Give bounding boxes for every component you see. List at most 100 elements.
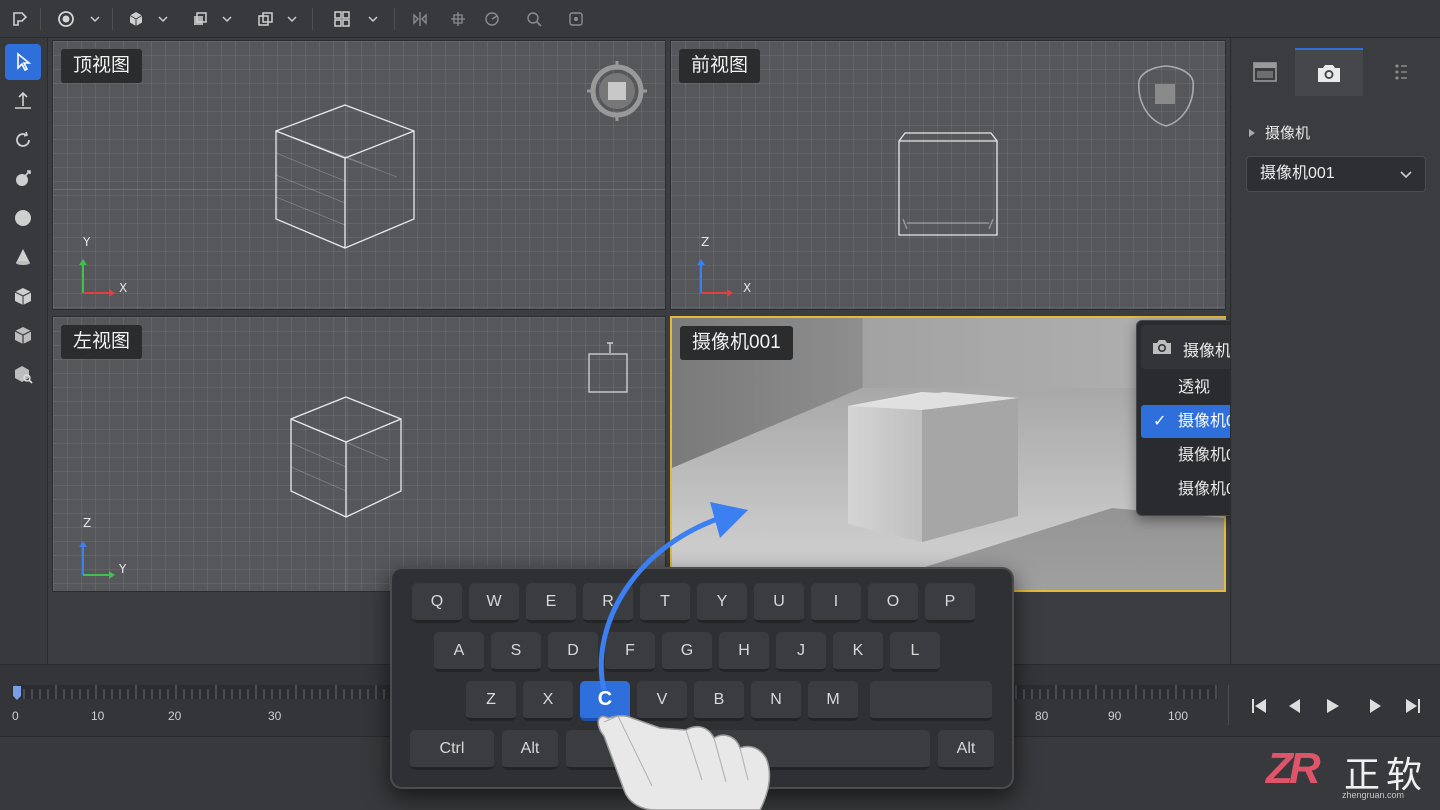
snap-icon[interactable] xyxy=(446,7,470,31)
key-q[interactable]: Q xyxy=(412,583,462,623)
top-toolbar xyxy=(0,0,1440,38)
step-forward-icon xyxy=(1370,699,1381,713)
key-alt-right[interactable]: Alt xyxy=(938,730,994,770)
tick-label: 90 xyxy=(1108,709,1122,723)
more-options-icon xyxy=(1395,64,1407,80)
key-o[interactable]: O xyxy=(868,583,918,623)
rotate-icon xyxy=(16,131,30,147)
tab-camera[interactable] xyxy=(1295,48,1363,96)
chevron-down-icon[interactable] xyxy=(366,10,380,28)
tutorial-overlay xyxy=(597,502,771,810)
key-z[interactable]: Z xyxy=(466,681,516,721)
key-p[interactable]: P xyxy=(925,583,975,623)
hand-pointer-icon xyxy=(597,714,771,810)
watermark: ZR 正软 zhengruan.com xyxy=(1266,744,1436,804)
scale-tool-button[interactable] xyxy=(5,161,41,197)
camera-select[interactable]: 摄像机001 xyxy=(1246,156,1426,192)
cone-primitive-button[interactable] xyxy=(5,239,41,275)
box-search-button[interactable] xyxy=(5,356,41,392)
wireframe-cube xyxy=(898,132,998,236)
viewport-label: 前视图 xyxy=(679,49,761,83)
wireframe-cube xyxy=(275,104,415,249)
watermark-url: zhengruan.com xyxy=(1342,790,1405,800)
render-mode-icon[interactable] xyxy=(54,7,78,31)
wireframe-cube xyxy=(290,396,402,518)
key-i[interactable]: I xyxy=(811,583,861,623)
axis-label-right: X xyxy=(119,281,128,295)
play-icon xyxy=(1327,699,1339,713)
shading-icon[interactable] xyxy=(188,7,212,31)
left-toolbar xyxy=(0,38,48,664)
sphere-primitive-button[interactable] xyxy=(5,200,41,236)
scale-sphere-icon xyxy=(16,170,31,186)
step-back-icon xyxy=(1289,699,1300,713)
key-alt-left[interactable]: Alt xyxy=(502,730,558,770)
camera-section-header[interactable]: 摄像机 xyxy=(1247,122,1310,143)
tab-display[interactable] xyxy=(1231,48,1299,96)
camera-icon xyxy=(1153,340,1171,354)
tick-label: 20 xyxy=(168,709,182,723)
frame-selected-icon[interactable] xyxy=(564,7,588,31)
layout-grid-icon[interactable] xyxy=(330,7,354,31)
box-primitive-button[interactable] xyxy=(5,278,41,314)
rotate-tool-button[interactable] xyxy=(5,122,41,158)
view-cube-gizmo-icon[interactable] xyxy=(1135,63,1197,129)
mirror-icon[interactable] xyxy=(408,7,432,31)
viewport-front[interactable]: 前视图 Z X xyxy=(670,40,1226,310)
cursor-arrow-icon xyxy=(17,52,32,72)
wireframe-icon[interactable] xyxy=(254,7,278,31)
viewport-top[interactable]: 顶视图 Y X xyxy=(52,40,666,310)
play-button[interactable] xyxy=(1320,693,1346,719)
key-k[interactable]: K xyxy=(833,632,883,672)
playhead-marker[interactable] xyxy=(12,685,22,701)
sphere-icon xyxy=(15,210,31,226)
go-to-start-button[interactable] xyxy=(1246,693,1272,719)
next-frame-button[interactable] xyxy=(1362,693,1388,719)
box-outline-icon xyxy=(14,327,32,344)
key-a[interactable]: A xyxy=(434,632,484,672)
key-shift[interactable] xyxy=(870,681,992,721)
key-s[interactable]: S xyxy=(491,632,541,672)
box-icon xyxy=(14,288,32,305)
key-ctrl[interactable]: Ctrl xyxy=(410,730,494,770)
skip-forward-icon xyxy=(1406,699,1420,713)
zoom-region-icon[interactable] xyxy=(522,7,546,31)
axis-label-right: X xyxy=(743,281,752,295)
box-search-icon xyxy=(15,366,33,384)
skip-back-icon xyxy=(1252,699,1266,713)
properties-panel: 摄像机 摄像机001 xyxy=(1230,38,1440,664)
box-alt-primitive-button[interactable] xyxy=(5,317,41,353)
view-cube-gizmo-icon[interactable] xyxy=(587,339,631,395)
previous-frame-button[interactable] xyxy=(1282,693,1308,719)
tick-label: 0 xyxy=(12,709,19,723)
chevron-down-icon xyxy=(1400,171,1412,179)
axis-label-up: Y xyxy=(83,235,91,249)
tick-label: 10 xyxy=(91,709,105,723)
chevron-down-icon[interactable] xyxy=(88,10,102,28)
axis-label-up: Z xyxy=(701,235,710,249)
go-to-end-button[interactable] xyxy=(1400,693,1426,719)
viewport-label: 左视图 xyxy=(61,325,143,359)
camera-icon xyxy=(1318,65,1340,82)
viewport-label: 摄像机001 xyxy=(680,326,793,360)
key-l[interactable]: L xyxy=(890,632,940,672)
angle-snap-icon[interactable] xyxy=(480,7,504,31)
view-cube-gizmo-icon[interactable] xyxy=(585,59,649,123)
move-tool-button[interactable] xyxy=(5,83,41,119)
watermark-logo: ZR xyxy=(1266,744,1321,793)
key-w[interactable]: W xyxy=(469,583,519,623)
chevron-down-icon[interactable] xyxy=(220,10,234,28)
tick-label: 80 xyxy=(1035,709,1049,723)
key-m[interactable]: M xyxy=(808,681,858,721)
app-logo-icon[interactable] xyxy=(8,7,32,31)
camera-select-value: 摄像机001 xyxy=(1260,165,1335,182)
object-cube-icon[interactable] xyxy=(124,7,148,31)
axis-label-right: Y xyxy=(119,562,127,576)
select-tool-button[interactable] xyxy=(5,44,41,80)
chevron-down-icon[interactable] xyxy=(285,10,299,28)
viewport-label: 顶视图 xyxy=(61,49,143,83)
axis-label-up: Z xyxy=(83,516,92,530)
tab-more[interactable] xyxy=(1367,48,1435,96)
axis-gizmo-icon xyxy=(697,259,733,297)
chevron-down-icon[interactable] xyxy=(156,10,170,28)
